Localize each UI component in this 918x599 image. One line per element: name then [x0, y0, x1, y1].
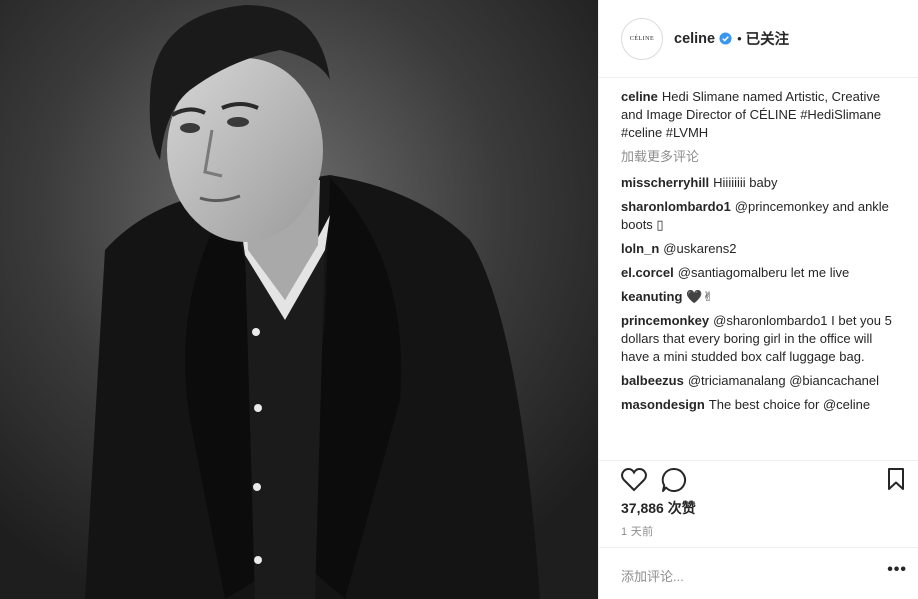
comment-item: keanuting 🖤✌ — [621, 288, 903, 306]
comment-text: Hiiiiiiii baby — [713, 175, 778, 190]
comment-username[interactable]: keanuting — [621, 289, 682, 304]
post-sidebar: CÉLINE celine • 已关注 celine Hedi Slimane n… — [598, 0, 918, 599]
add-comment-bar: 添加评论... ••• — [599, 547, 918, 599]
comment-username[interactable]: loln_n — [621, 241, 659, 256]
caption: celine Hedi Slimane named Artistic, Creat… — [621, 88, 903, 142]
comment-username[interactable]: balbeezus — [621, 373, 684, 388]
comment-text: 🖤✌ — [686, 289, 714, 304]
comment-text: @triciamanalang @biancachanel — [687, 373, 880, 388]
portrait-illustration — [0, 0, 598, 599]
comment-item: misscherryhill Hiiiiiiii baby — [621, 174, 903, 192]
comment-username[interactable]: misscherryhill — [621, 175, 709, 190]
separator-dot: • — [737, 31, 742, 46]
comment-text: @santiagomalberu let me live — [677, 265, 850, 280]
comment-item: princemonkey @sharonlombardo1 I bet you 5… — [621, 312, 903, 366]
header-username[interactable]: celine — [674, 31, 715, 47]
comments-list: celine Hedi Slimane named Artistic, Creat… — [621, 88, 903, 420]
comment-item: sharonlombardo1 @princemonkey and ankle b… — [621, 198, 903, 234]
comment-item: masondesign The best choice for @celine — [621, 396, 903, 414]
caption-username[interactable]: celine — [621, 89, 658, 104]
comment-text: @uskarens2 — [663, 241, 737, 256]
comment-username[interactable]: masondesign — [621, 397, 705, 412]
verified-badge-icon — [719, 32, 732, 45]
follow-button[interactable]: 已关注 — [746, 28, 790, 49]
comment-item: loln_n @uskarens2 — [621, 240, 903, 258]
comment-bubble-icon[interactable] — [661, 467, 687, 493]
comment-item: balbeezus @triciamanalang @biancachanel — [621, 372, 903, 390]
comment-username[interactable]: princemonkey — [621, 313, 709, 328]
comment-text: The best choice for @celine — [708, 397, 871, 412]
profile-avatar[interactable]: CÉLINE — [621, 17, 663, 60]
like-count[interactable]: 37,886 次赞 — [621, 498, 696, 518]
post-header: CÉLINE celine • 已关注 — [599, 0, 918, 78]
comment-username[interactable]: el.corcel — [621, 265, 674, 280]
post-photo[interactable] — [0, 0, 598, 599]
heart-icon[interactable] — [621, 468, 647, 492]
load-more-comments[interactable]: 加载更多评论 — [621, 148, 903, 166]
caption-text: Hedi Slimane named Artistic, Creative an… — [621, 89, 882, 140]
action-bar — [599, 460, 918, 498]
comment-item: el.corcel @santiagomalberu let me live — [621, 264, 903, 282]
comment-input[interactable]: 添加评论... — [621, 566, 684, 585]
post-timestamp[interactable]: 1 天前 — [621, 523, 653, 539]
avatar-logo-text: CÉLINE — [629, 35, 655, 42]
bookmark-icon[interactable] — [887, 467, 905, 491]
more-options-icon[interactable]: ••• — [887, 561, 907, 579]
comment-username[interactable]: sharonlombardo1 — [621, 199, 731, 214]
